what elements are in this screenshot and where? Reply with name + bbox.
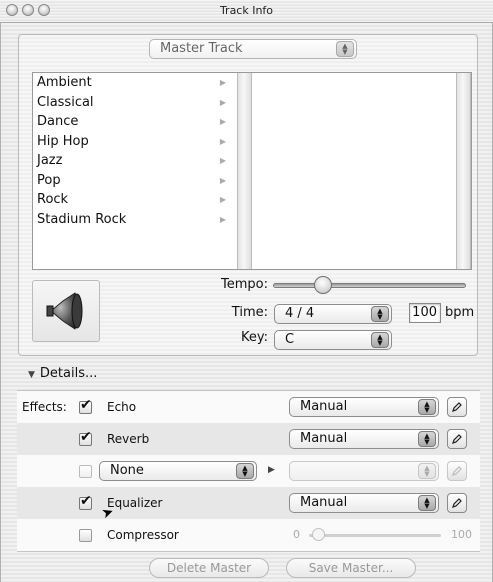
genre-item[interactable]: Ambient ▶ [33, 73, 236, 93]
popup-arrows-icon: ▲ ▼ [371, 332, 389, 348]
reverb-checkbox[interactable] [79, 429, 92, 446]
submenu-arrow-icon: ▶ [219, 156, 226, 165]
effect-row-compressor: Compressor 0 100 [17, 519, 480, 551]
equalizer-label: Equalizer [107, 496, 163, 510]
tempo-slider[interactable] [273, 283, 466, 288]
reverb-label: Reverb [107, 432, 150, 446]
genre-list-scrollbar[interactable] [237, 73, 252, 269]
time-label: Time: [231, 305, 268, 320]
reverb-preset-select[interactable]: Manual ▲ ▼ [289, 429, 439, 449]
compressor-min-label: 0 [293, 528, 300, 541]
bpm-input[interactable]: 100 [409, 303, 441, 323]
delete-master-button[interactable]: Delete Master [149, 558, 269, 578]
genre-item[interactable]: Rock ▶ [33, 190, 236, 210]
genre-list: Ambient ▶ Classical ▶ Dance ▶ Hip Hop ▶ Jazz… [33, 73, 236, 269]
genre-item[interactable]: Stadium Rock ▶ [33, 210, 236, 230]
effect-row-equalizer: ➤ Equalizer Manual ▲▼ [17, 487, 480, 523]
reverb-edit-button[interactable] [447, 429, 467, 449]
pencil-icon [452, 498, 462, 508]
popup-arrows-icon: ▲ ▼ [418, 495, 436, 511]
submenu-arrow-icon: ▶ [219, 175, 226, 185]
popup-arrows-icon: ▲ ▼ [418, 399, 436, 415]
window-title: Track Info [219, 4, 274, 17]
compressor-checkbox[interactable] [79, 529, 92, 542]
pencil-icon [452, 434, 462, 444]
genre-item[interactable]: Dance ▶ [33, 112, 236, 132]
effect-row-reverb: Reverb Manual ▲▼ [17, 423, 480, 455]
effect-row-echo: Effects: Echo Manual ▲▼ [17, 391, 480, 423]
popup-arrows-icon: ▲ ▼ [236, 463, 254, 479]
equalizer-edit-button[interactable] [447, 493, 467, 513]
details-label: Details... [39, 366, 98, 381]
effect-type-select[interactable]: None ▲ ▼ [99, 461, 257, 481]
compressor-slider [309, 534, 441, 537]
popup-arrows-icon: ▲ ▼ [418, 463, 436, 479]
disclosure-triangle-icon: ▼ [28, 370, 35, 380]
speaker-icon [46, 292, 83, 330]
echo-checkbox[interactable] [79, 397, 92, 414]
key-value: C [285, 332, 295, 347]
time-signature-select[interactable]: 4 / 4 ▲ ▼ [274, 304, 392, 324]
key-select[interactable]: C ▲ ▼ [274, 330, 392, 350]
compressor-max-label: 100 [451, 528, 472, 541]
none-checkbox[interactable] [79, 465, 92, 478]
effects-caption: Effects: [22, 400, 67, 414]
key-label: Key: [240, 330, 268, 345]
submenu-arrow-icon: ▶ [219, 117, 226, 126]
submenu-arrow-icon: ▶ [219, 195, 226, 204]
title-bar: Track Info [0, 0, 493, 23]
pencil-icon [452, 402, 462, 412]
genre-item[interactable]: Hip Hop ▶ [33, 132, 236, 152]
tempo-slider-knob[interactable] [314, 276, 332, 294]
submenu-arrow-icon: ▶ [219, 214, 226, 224]
genre-item[interactable]: Classical ▶ [33, 93, 236, 113]
echo-edit-button[interactable] [447, 397, 467, 417]
details-disclosure[interactable]: ▼ Details... [28, 366, 97, 381]
popup-arrows-icon: ▲ ▼ [418, 431, 436, 447]
subgenre-list-scrollbar[interactable] [456, 73, 471, 269]
submenu-arrow-icon: ▶ [219, 136, 226, 146]
pencil-icon [452, 466, 462, 476]
submenu-arrow-icon: ▶ [219, 78, 226, 87]
effect-row-none: None ▲ ▼ ▶ ▲ ▼ [17, 455, 480, 487]
genre-item[interactable]: Jazz ▶ [33, 151, 236, 171]
genre-browser: Ambient ▶ Classical ▶ Dance ▶ Hip Hop ▶ Jazz… [32, 72, 472, 270]
compressor-slider-knob [312, 528, 325, 541]
compressor-label: Compressor [107, 528, 179, 542]
bpm-unit-label: bpm [445, 305, 475, 320]
effects-list: Effects: Echo Manual ▲▼ Reverb Manual ▲▼ [17, 390, 480, 552]
submenu-arrow-icon: ▶ [268, 465, 275, 475]
echo-preset-select[interactable]: Manual ▲ ▼ [289, 397, 439, 417]
save-master-button[interactable]: Save Master... [286, 558, 416, 578]
tempo-label: Tempo: [221, 277, 268, 292]
equalizer-preset-select[interactable]: Manual ▲ ▼ [289, 493, 439, 513]
submenu-arrow-icon: ▶ [219, 97, 226, 107]
popup-arrows-icon: ▲ ▼ [371, 306, 389, 322]
time-signature-value: 4 / 4 [285, 306, 315, 321]
equalizer-checkbox[interactable] [79, 493, 92, 510]
none-edit-button [447, 461, 467, 481]
echo-label: Echo [107, 400, 137, 414]
track-icon-well[interactable] [32, 280, 100, 342]
none-preset-select: ▲ ▼ [289, 461, 439, 481]
genre-item[interactable]: Pop ▶ [33, 171, 236, 191]
